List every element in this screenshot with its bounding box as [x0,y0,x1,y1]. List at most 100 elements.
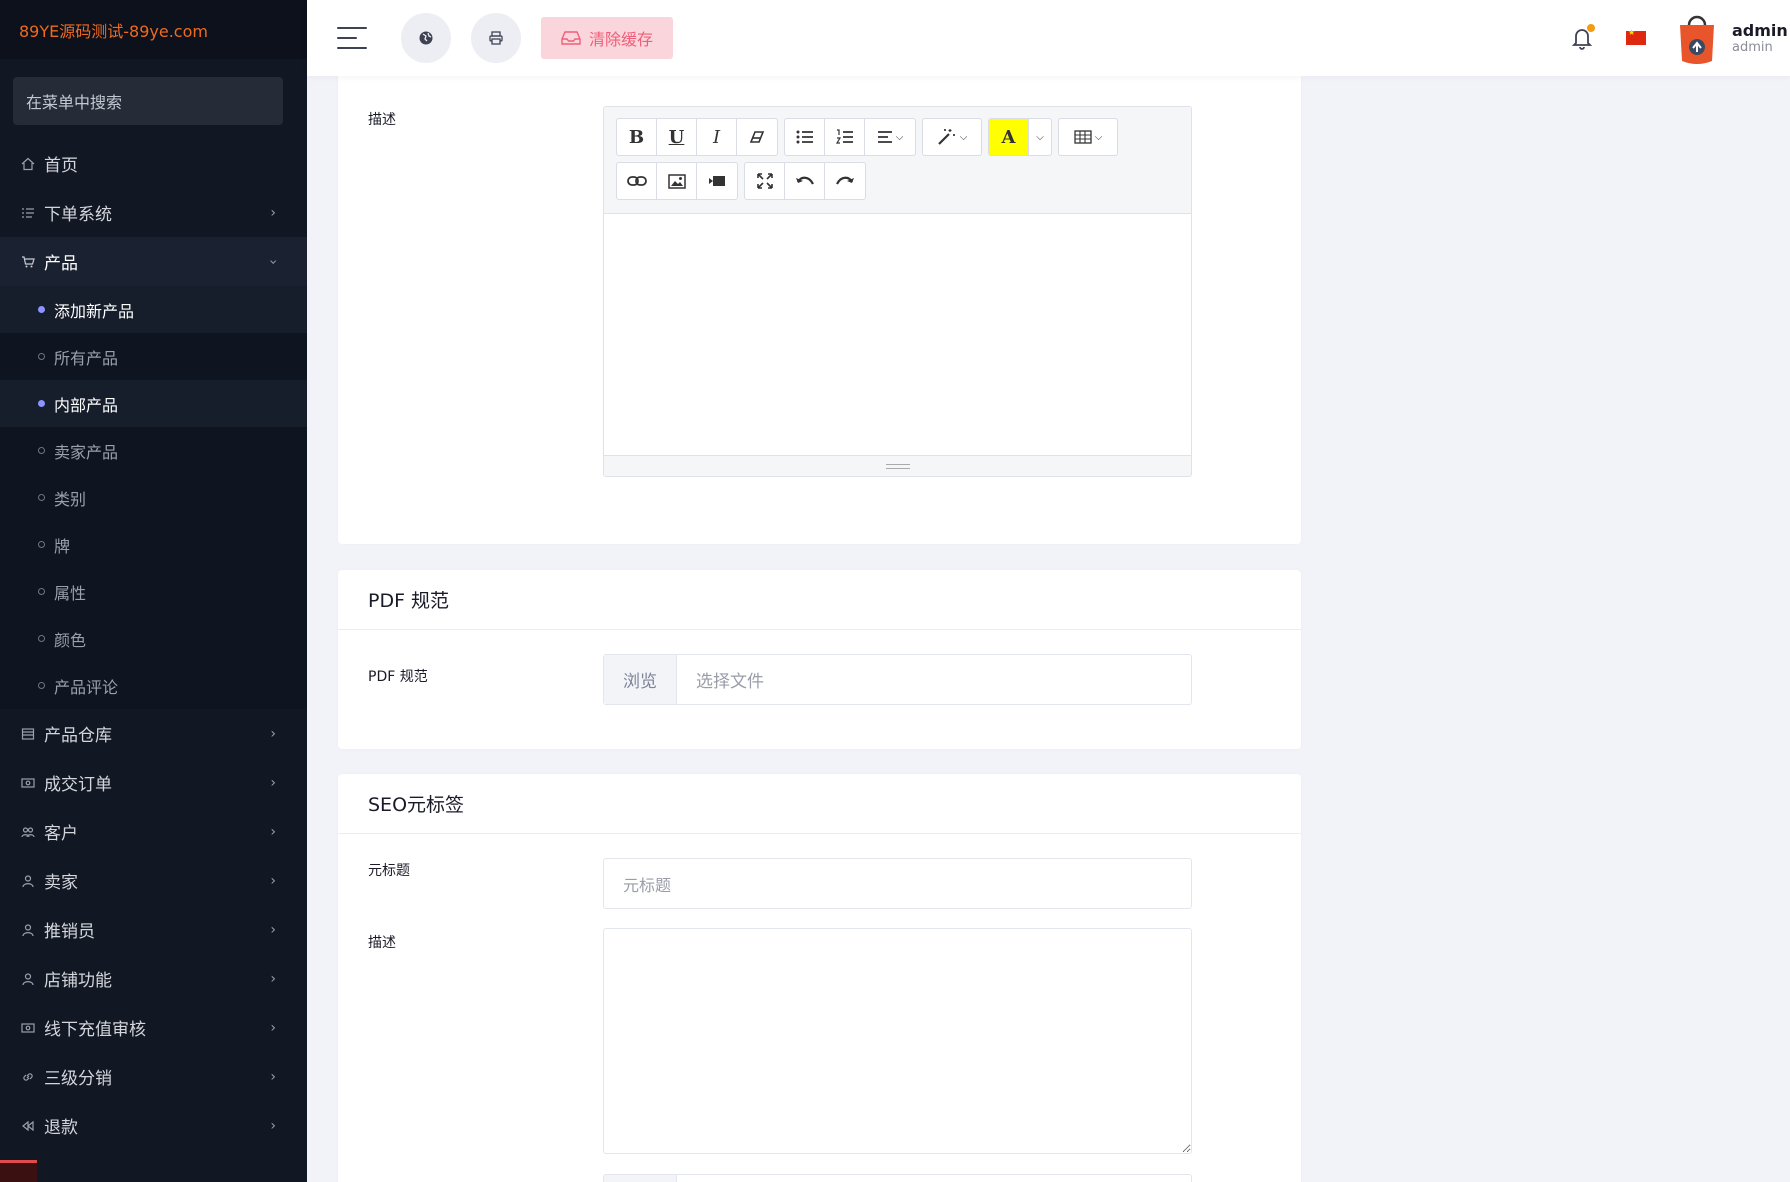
color-dropdown-button[interactable]: ⌵ [1029,119,1051,155]
user-icon [20,873,36,889]
editor-content-area[interactable] [604,214,1191,455]
fullscreen-button[interactable] [745,163,785,199]
sidebar-sub-categories[interactable]: 类别 [0,474,307,521]
bullet-icon [38,588,45,595]
sidebar-item-offline-recharge[interactable]: 线下充值审核 › [0,1003,307,1052]
clear-cache-button[interactable]: 清除缓存 [541,17,674,59]
sidebar-sub-label: 所有产品 [54,348,119,368]
toolbar-row-1: B U I ⌵ ⌵ A ⌵ ⌵ [616,118,1179,156]
brand[interactable]: 89YE源码测试-89ye.com [0,0,307,59]
browse-button[interactable]: 浏览 [604,655,677,704]
print-button[interactable] [471,13,521,63]
shopping-bag-icon [1680,15,1714,64]
chevron-right-icon: › [270,1117,276,1134]
menu-toggle-icon[interactable] [337,27,367,49]
sidebar-item-customers[interactable]: 客户 › [0,807,307,856]
sidebar-search-input[interactable]: 在菜单中搜索 [13,77,283,125]
top-header: 清除缓存 admin admin [307,0,1790,76]
meta-title-placeholder: 元标题 [623,875,672,895]
unordered-list-button[interactable] [785,119,825,155]
image-button[interactable] [657,163,697,199]
chevron-down-icon: › [265,258,282,265]
table-button[interactable]: ⌵ [1059,119,1117,155]
sidebar-item-home[interactable]: 首页 [0,139,307,188]
notification-badge [1587,24,1595,32]
meta-title-input[interactable]: 元标题 [603,858,1192,909]
editor-toolbar: B U I ⌵ ⌵ A ⌵ ⌵ [604,107,1191,214]
toolbar-group-style: ⌵ [922,118,982,156]
user-info[interactable]: admin admin [1732,21,1790,55]
language-flag-icon[interactable] [1626,28,1646,45]
text-color-button[interactable]: A [989,119,1029,155]
clear-format-button[interactable] [737,119,777,155]
clear-cache-label: 清除缓存 [589,30,654,49]
seo-card: SEO元标签 元标题 元标题 描述 [338,774,1301,1182]
seo-card-title: SEO元标签 [338,774,1301,834]
bullet-icon [38,447,45,454]
italic-button[interactable]: I [697,119,737,155]
rich-text-editor: B U I ⌵ ⌵ A ⌵ ⌵ [603,106,1192,477]
sidebar-sub-seller-products[interactable]: 卖家产品 [0,427,307,474]
sidebar-sub-brands[interactable]: 牌 [0,521,307,568]
link-icon [20,1069,36,1085]
style-button[interactable]: ⌵ [923,119,981,155]
sidebar-item-label: 成交订单 [44,775,112,795]
sidebar-item-products[interactable]: 产品 › [0,237,307,286]
printer-icon [489,31,503,45]
chevron-right-icon: › [270,204,276,221]
next-browse-button[interactable] [604,1175,677,1182]
bullet-icon [38,353,45,360]
sidebar-item-orders-system[interactable]: 下单系统 › [0,188,307,237]
bold-button[interactable]: B [617,119,657,155]
list-icon [20,205,36,221]
paragraph-align-button[interactable]: ⌵ [865,119,915,155]
sidebar-sub-label: 卖家产品 [54,442,119,462]
sidebar-item-label: 首页 [44,156,78,176]
table-icon [1074,130,1092,144]
avatar[interactable] [1676,11,1718,65]
redo-icon [836,176,854,185]
sidebar-item-refunds[interactable]: 退款 › [0,1101,307,1150]
ordered-list-button[interactable] [825,119,865,155]
sidebar-search-placeholder: 在菜单中搜索 [26,93,123,112]
toolbar-group-misc [744,162,866,200]
warehouse-icon [20,726,36,742]
video-button[interactable] [697,163,737,199]
link-icon [626,176,647,186]
sidebar-sub-reviews[interactable]: 产品评论 [0,662,307,709]
align-left-icon [877,131,892,143]
visit-site-button[interactable] [401,13,451,63]
sidebar-item-completed-orders[interactable]: 成交订单 › [0,758,307,807]
notifications-button[interactable] [1568,24,1596,52]
sidebar-sub-label: 产品评论 [54,677,119,697]
eraser-icon [749,131,765,143]
sidebar-item-sellers[interactable]: 卖家 › [0,856,307,905]
sidebar-sub-label: 添加新产品 [54,301,135,321]
sidebar-sub-add-product[interactable]: 添加新产品 [0,286,307,333]
sidebar-sub-label: 牌 [54,536,71,556]
next-file-input[interactable] [603,1174,1192,1182]
sidebar-item-distribution[interactable]: 三级分销 › [0,1052,307,1101]
inbox-icon [561,31,581,45]
sidebar-bottom [0,1160,307,1182]
sidebar-sub-inhouse-products[interactable]: 内部产品 [0,380,307,427]
sidebar-item-warehouse[interactable]: 产品仓库 › [0,709,307,758]
editor-resize-handle[interactable] [604,455,1191,476]
sidebar-item-label: 产品 [44,254,78,274]
sidebar-item-shop-features[interactable]: 店铺功能 › [0,954,307,1003]
sidebar-sub-attributes[interactable]: 属性 [0,568,307,615]
redo-button[interactable] [825,163,865,199]
sidebar-item-salesmen[interactable]: 推销员 › [0,905,307,954]
undo-button[interactable] [785,163,825,199]
sidebar-item-label: 下单系统 [44,205,112,225]
pdf-file-input[interactable]: 浏览 选择文件 [603,654,1192,705]
globe-icon [419,31,433,45]
meta-description-textarea[interactable] [603,928,1192,1154]
user-icon [20,971,36,987]
sidebar-item-label: 三级分销 [44,1069,112,1089]
sidebar-sub-all-products[interactable]: 所有产品 [0,333,307,380]
link-button[interactable] [617,163,657,199]
chevron-right-icon: › [270,970,276,987]
underline-button[interactable]: U [657,119,697,155]
sidebar-sub-colors[interactable]: 颜色 [0,615,307,662]
